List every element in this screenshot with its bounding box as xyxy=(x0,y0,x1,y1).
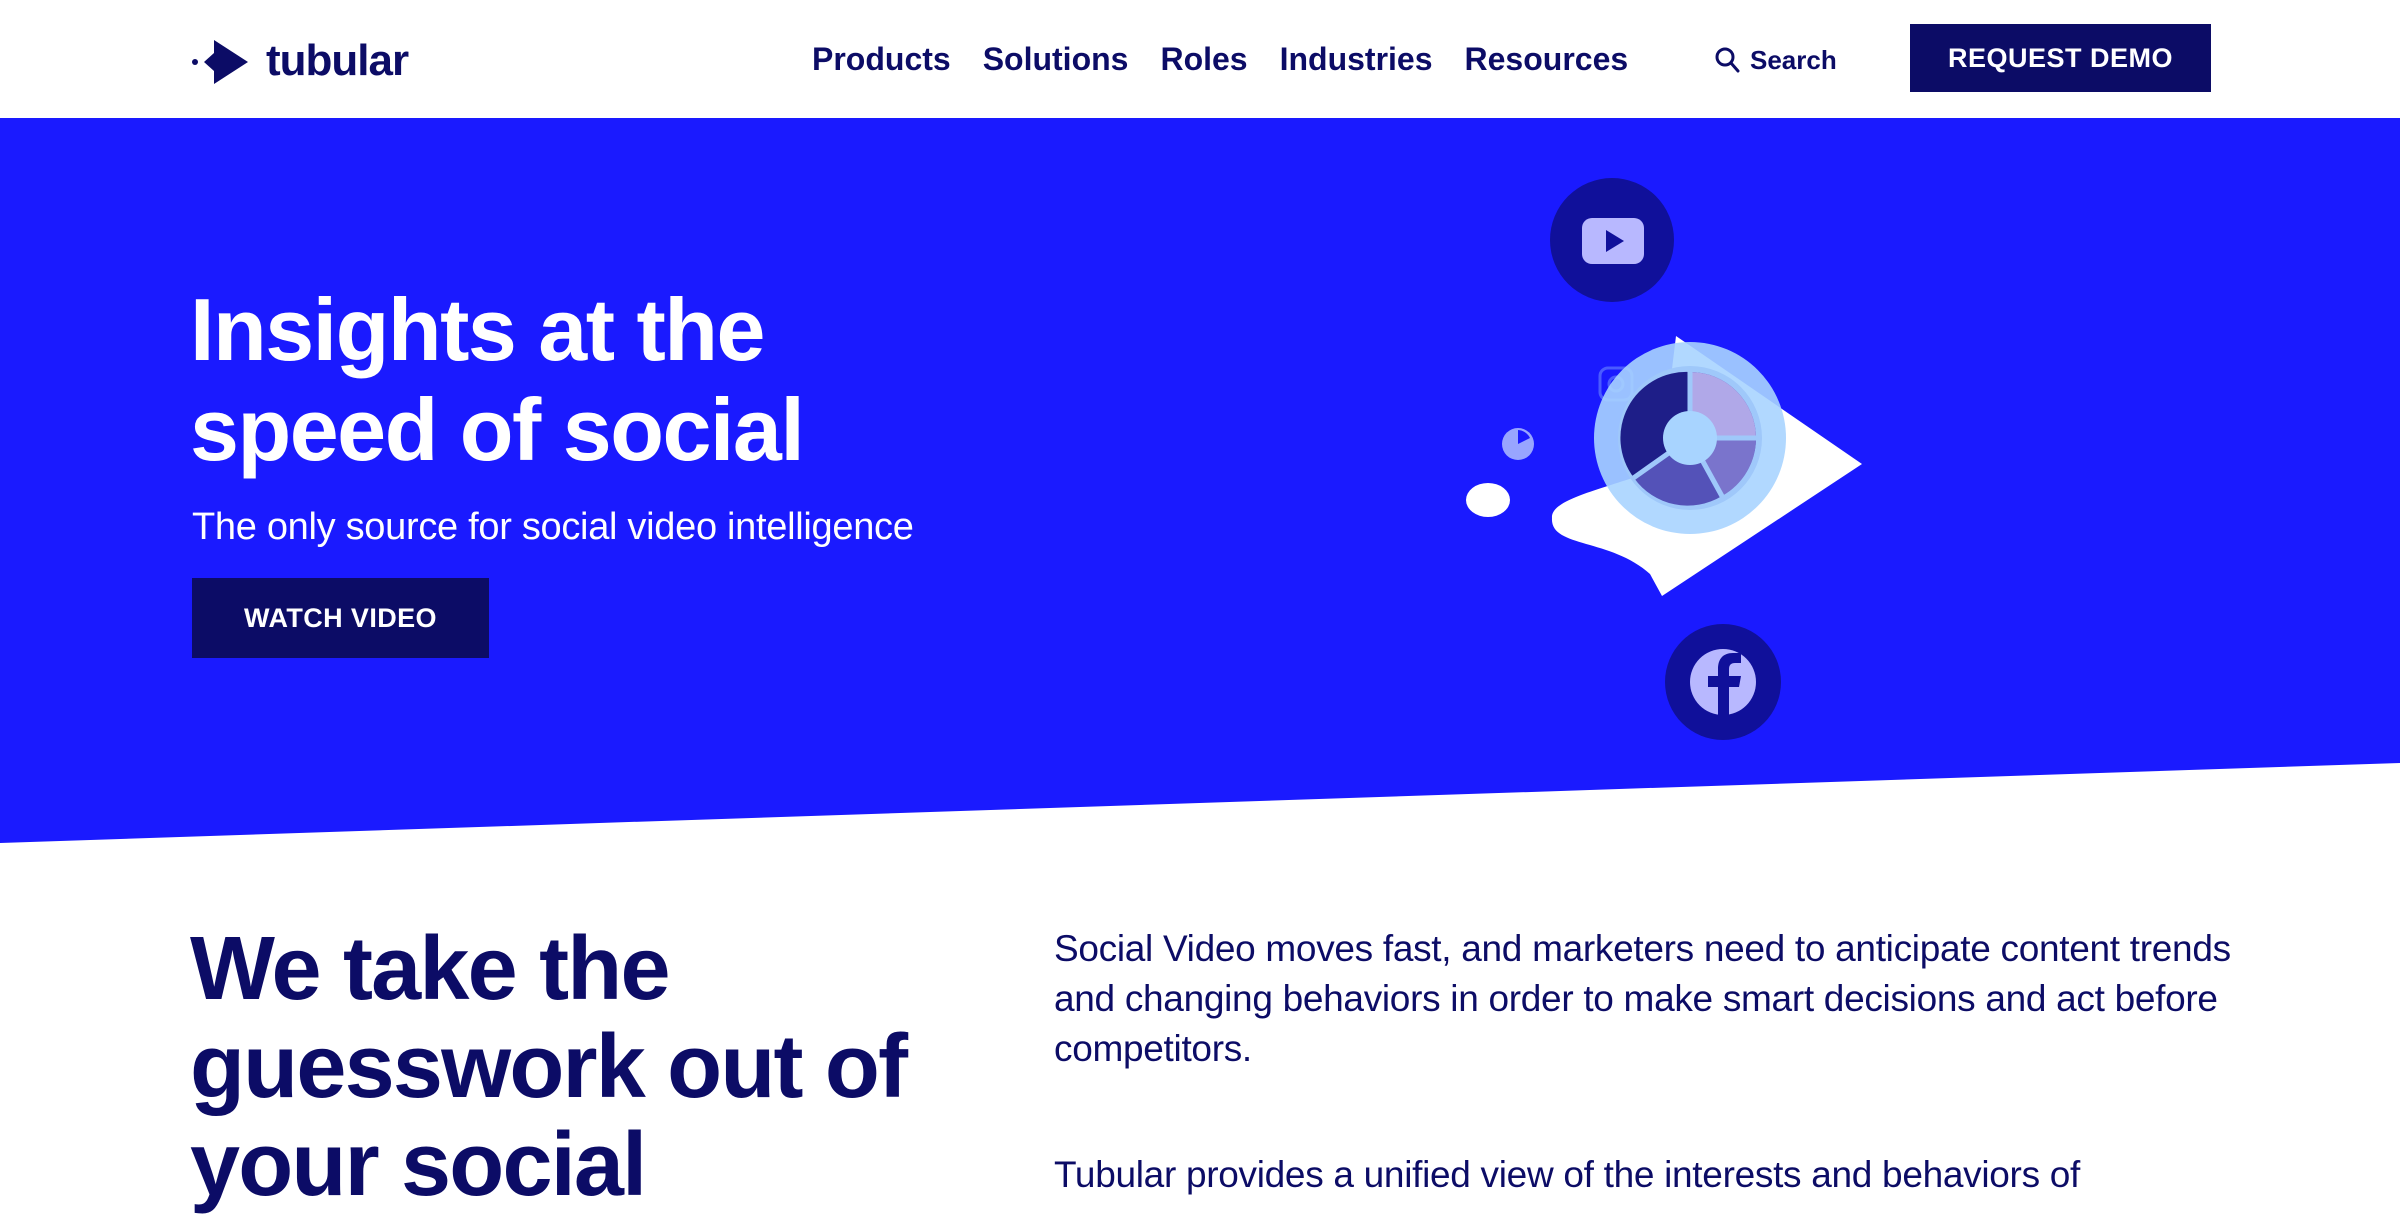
request-demo-button[interactable]: REQUEST DEMO xyxy=(1910,24,2211,92)
section-title-line-3: your social xyxy=(190,1115,647,1215)
nav-products[interactable]: Products xyxy=(812,41,951,78)
hero-background xyxy=(0,118,2400,843)
search-icon xyxy=(1715,47,1740,73)
section-title-line-2: guesswork out of xyxy=(190,1017,908,1117)
hero-subtitle: The only source for social video intelli… xyxy=(192,506,914,548)
section-title: We take the guesswork out of your social xyxy=(190,920,990,1214)
section-paragraph-1: Social Video moves fast, and marketers n… xyxy=(1054,928,2231,1069)
main-nav: Products Solutions Roles Industries Reso… xyxy=(812,36,1660,82)
search-button[interactable]: Search xyxy=(1714,42,1837,78)
hero-illustration xyxy=(1466,178,1862,740)
section-paragraph-2: Tubular provides a unified view of the i… xyxy=(1054,1154,2081,1195)
section-title-line-1: We take the xyxy=(190,919,671,1019)
analytics-donut-icon xyxy=(1594,342,1786,534)
hero-section: Insights at the speed of social The only… xyxy=(0,118,2400,843)
nav-resources[interactable]: Resources xyxy=(1465,41,1629,78)
search-label: Search xyxy=(1750,44,1837,75)
hero-title: Insights at the speed of social xyxy=(190,280,990,480)
nav-roles[interactable]: Roles xyxy=(1160,41,1247,78)
small-chart-bubble-icon xyxy=(1502,428,1534,460)
logo[interactable]: tubular xyxy=(190,36,409,86)
site-header: tubular Products Solutions Roles Industr… xyxy=(0,0,2400,118)
facebook-icon xyxy=(1665,624,1781,740)
logo-text: tubular xyxy=(266,36,409,85)
logo-arrow-icon xyxy=(192,40,248,84)
watch-video-button[interactable]: WATCH VIDEO xyxy=(192,578,489,658)
hero-title-line-1: Insights at the xyxy=(190,280,766,379)
youtube-icon xyxy=(1550,178,1674,302)
nav-solutions[interactable]: Solutions xyxy=(983,41,1129,78)
nav-industries[interactable]: Industries xyxy=(1280,41,1433,78)
small-bubble-icon xyxy=(1466,483,1510,517)
hero-title-line-2: speed of social xyxy=(190,380,805,479)
